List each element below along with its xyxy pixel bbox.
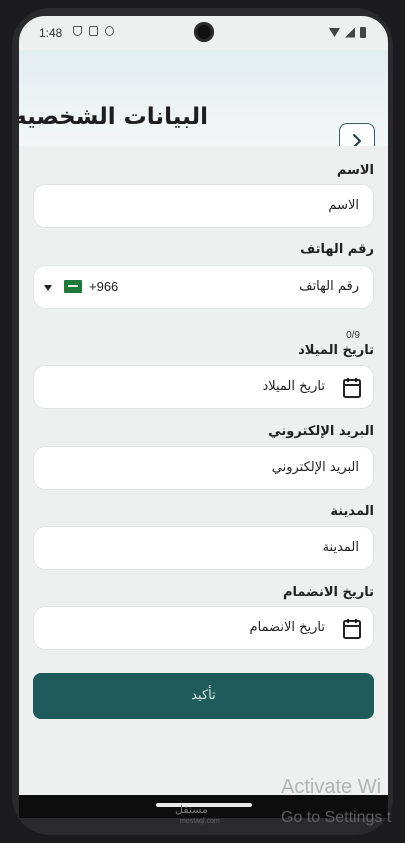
chevron-down-icon[interactable]	[44, 285, 52, 291]
phone-counter: 0/9	[346, 330, 360, 341]
join-date-label: تاريخ الانضمام	[283, 585, 374, 600]
status-bar: 1:48	[19, 16, 388, 50]
status-time: 1:48	[39, 26, 63, 40]
birth-date-label: تاريخ الميلاد	[298, 343, 374, 358]
phone-placeholder: رقم الهاتف	[299, 279, 359, 294]
page-title: البيانات الشخصيه	[19, 104, 208, 130]
app-header: البيانات الشخصيه	[19, 50, 388, 159]
phone-label: رقم الهاتف	[300, 242, 374, 257]
birth-date-placeholder: تاريخ الميلاد	[262, 379, 325, 394]
email-placeholder: البريد الإلكتروني	[271, 460, 359, 475]
shield-icon	[73, 26, 82, 36]
app-screen: 1:48 البيانات الشخصيه الاسم الاسم رقم ال…	[19, 16, 388, 818]
status-icons-right	[329, 27, 366, 38]
name-field[interactable]: الاسم	[33, 184, 374, 228]
battery-icon	[360, 27, 366, 38]
confirm-label: تأكيد	[191, 687, 216, 702]
confirm-button[interactable]: تأكيد	[33, 673, 374, 719]
status-icons-left	[73, 26, 114, 36]
signal-icon	[345, 27, 355, 38]
join-date-placeholder: تاريخ الانضمام	[249, 620, 325, 635]
email-label: البريد الإلكتروني	[268, 424, 374, 439]
calendar-icon[interactable]	[342, 377, 362, 399]
email-field[interactable]: البريد الإلكتروني	[33, 446, 374, 490]
sd-card-icon	[89, 26, 98, 36]
name-placeholder: الاسم	[328, 198, 359, 213]
phone-field[interactable]: رقم الهاتف +966	[33, 265, 374, 309]
face-icon	[105, 26, 114, 36]
wifi-icon	[329, 28, 340, 37]
navigation-bar	[19, 795, 388, 818]
calendar-icon[interactable]	[342, 618, 362, 640]
home-indicator[interactable]	[156, 803, 252, 807]
personal-data-form: الاسم الاسم رقم الهاتف رقم الهاتف +966 0…	[19, 146, 388, 818]
birth-date-field[interactable]: تاريخ الميلاد	[33, 365, 374, 409]
country-code: +966	[89, 279, 119, 294]
front-camera	[194, 22, 214, 42]
city-field[interactable]: المدينة	[33, 526, 374, 570]
name-label: الاسم	[336, 163, 374, 178]
city-label: المدينة	[330, 504, 374, 519]
city-placeholder: المدينة	[322, 540, 359, 555]
saudi-flag-icon	[64, 280, 82, 293]
join-date-field[interactable]: تاريخ الانضمام	[33, 606, 374, 650]
